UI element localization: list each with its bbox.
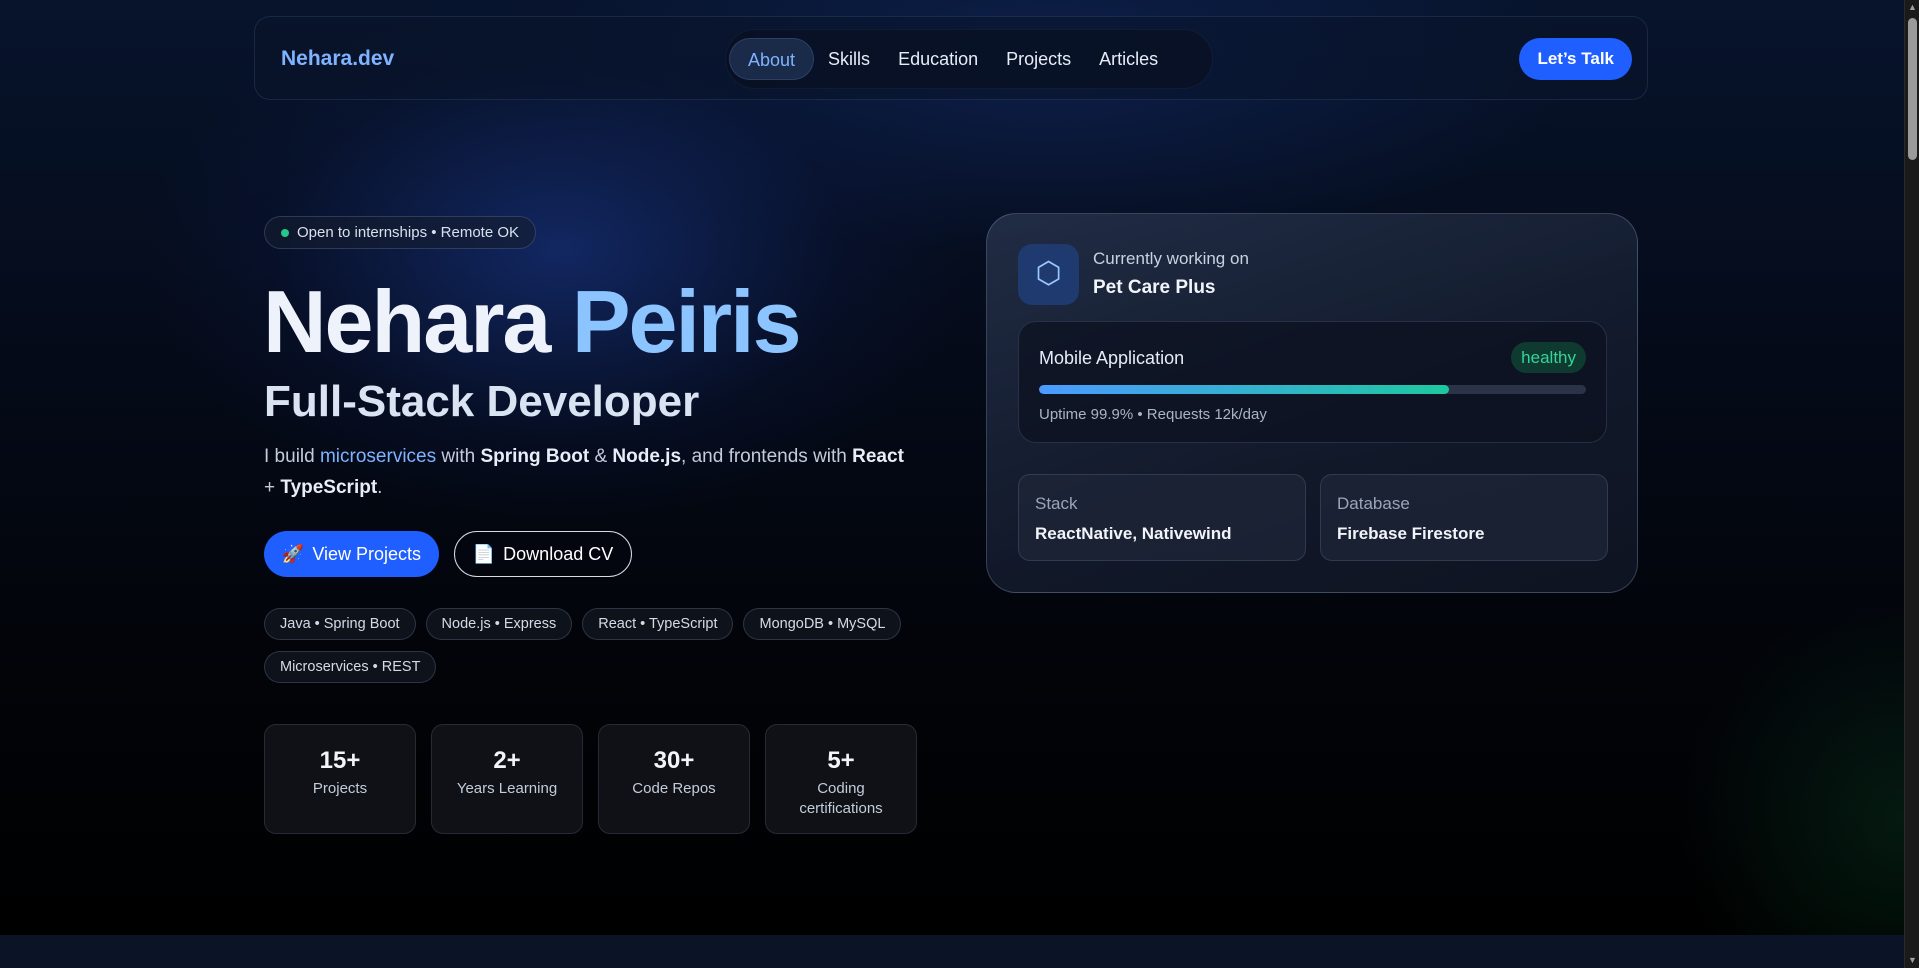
document-icon: 📄	[472, 543, 496, 564]
stat-label: Projects	[312, 780, 368, 797]
nav-item-education[interactable]: Education	[884, 38, 992, 80]
stat-value: 15+	[319, 747, 361, 774]
scrollbar-thumb[interactable]	[1908, 18, 1917, 160]
nav-item-articles[interactable]: Articles	[1085, 38, 1172, 80]
stat-card-years: 2+ Years Learning	[431, 724, 583, 834]
uptime-progress-bar	[1039, 385, 1586, 394]
skill-tag: MongoDB • MySQL	[743, 608, 902, 640]
highlight-microservices: microservices	[319, 446, 437, 467]
stat-label: Years Learning	[456, 780, 558, 797]
nav-item-projects[interactable]: Projects	[992, 38, 1085, 80]
rocket-icon: 🚀	[281, 543, 305, 564]
nav-item-skills[interactable]: Skills	[814, 38, 884, 80]
skill-tag: Java • Spring Boot	[264, 608, 416, 640]
nav-item-about[interactable]: About	[729, 38, 815, 80]
status-dot-icon	[281, 229, 289, 237]
current-project-name: Pet Care Plus	[1093, 277, 1216, 298]
stat-label: Coding certifications	[799, 780, 883, 817]
stat-label: Code Repos	[632, 780, 716, 797]
skill-tag: Node.js • Express	[425, 608, 573, 640]
skill-tag: Microservices • REST	[264, 651, 437, 683]
page-scrollbar[interactable]: ▲ ▼	[1904, 0, 1919, 968]
app-title: Mobile Application	[1039, 348, 1185, 368]
next-section-edge	[0, 935, 1904, 968]
hero-description: I build microservices with Spring Boot &…	[264, 446, 904, 498]
stat-value: 5+	[827, 747, 855, 774]
health-status-badge: healthy	[1511, 342, 1586, 373]
scroll-up-arrow-icon[interactable]: ▲	[1905, 0, 1919, 15]
stat-card-projects: 15+ Projects	[264, 724, 416, 834]
stack-label: Stack	[1035, 494, 1078, 513]
download-cv-button[interactable]: 📄 Download CV	[454, 531, 632, 577]
uptime-progress-fill	[1039, 385, 1450, 394]
database-label: Database	[1337, 494, 1410, 513]
navbar: Nehara.dev About Skills Education Projec…	[254, 16, 1648, 100]
stat-value: 30+	[653, 747, 695, 774]
stat-value: 2+	[493, 747, 521, 774]
app-metrics: Uptime 99.9% • Requests 12k/day	[1039, 406, 1267, 423]
database-value: Firebase Firestore	[1337, 524, 1485, 543]
view-projects-button[interactable]: 🚀 View Projects	[264, 531, 439, 577]
hero-name: Nehara Peiris	[263, 272, 802, 372]
availability-text: Open to internships • Remote OK	[297, 224, 520, 241]
hero-role: Full-Stack Developer	[264, 377, 700, 426]
view-projects-label: View Projects	[312, 543, 422, 564]
working-on-label: Currently working on	[1093, 249, 1249, 268]
brand-logo[interactable]: Nehara.dev	[281, 47, 394, 71]
hero-last-name: Peiris	[571, 272, 802, 371]
stat-card-repos: 30+ Code Repos	[598, 724, 750, 834]
database-info: Database Firebase Firestore	[1320, 474, 1608, 561]
lets-talk-button[interactable]: Let’s Talk	[1519, 38, 1632, 80]
skill-tags: Java • Spring Boot Node.js • Express Rea…	[264, 608, 944, 683]
stats-row: 15+ Projects 2+ Years Learning 30+ Code …	[264, 724, 917, 834]
hero-first-name: Nehara	[263, 272, 551, 371]
hexagon-icon: ⬡	[1018, 244, 1079, 305]
download-cv-label: Download CV	[503, 543, 614, 564]
stack-value: ReactNative, Nativewind	[1035, 524, 1232, 543]
nav-menu: About Skills Education Projects Articles	[725, 29, 1213, 89]
current-project-card: ⬡ Currently working on Pet Care Plus Mob…	[986, 213, 1638, 593]
availability-badge: Open to internships • Remote OK	[264, 216, 537, 249]
scroll-down-arrow-icon[interactable]: ▼	[1905, 953, 1919, 968]
stack-info: Stack ReactNative, Nativewind	[1018, 474, 1306, 561]
app-status-panel: Mobile Application healthy Uptime 99.9% …	[1018, 321, 1607, 443]
stat-card-certifications: 5+ Coding certifications	[765, 724, 917, 834]
skill-tag: React • TypeScript	[582, 608, 734, 640]
